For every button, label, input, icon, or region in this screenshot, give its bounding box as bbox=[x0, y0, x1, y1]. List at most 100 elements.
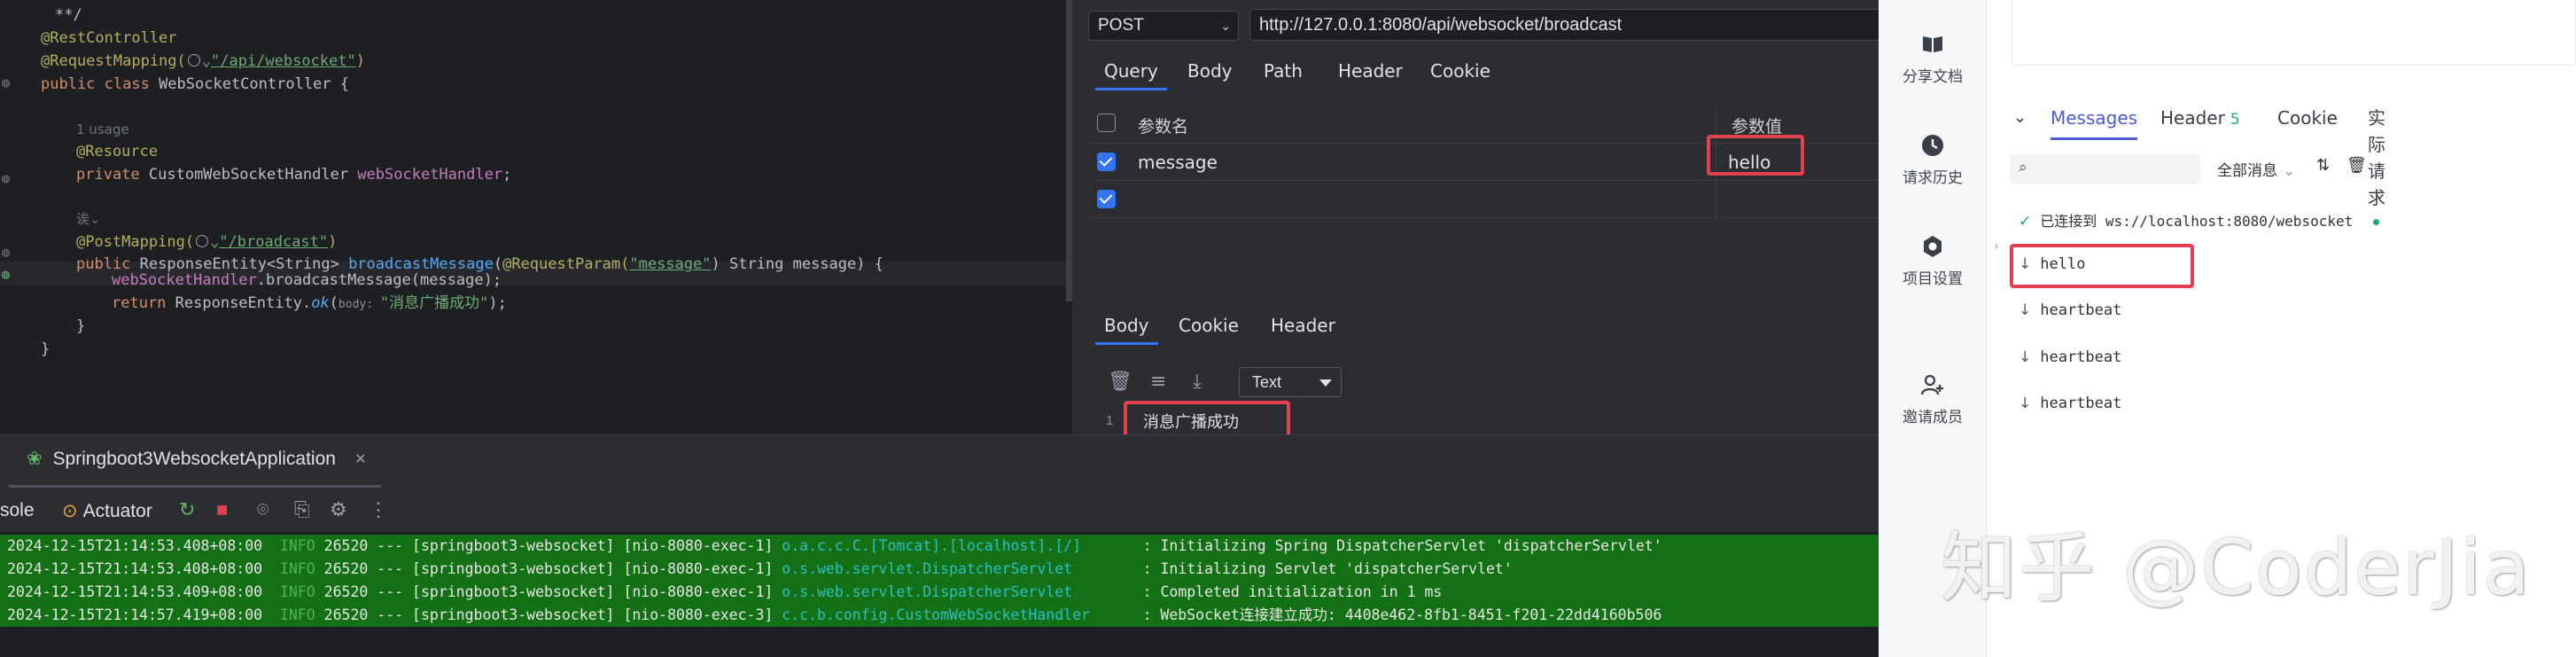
author-hint[interactable]: 诶⌄ bbox=[76, 211, 101, 227]
globe-icon[interactable] bbox=[196, 235, 209, 247]
message-item[interactable]: ↓ heartbeat bbox=[2019, 301, 2121, 319]
code-line: webSocketHandler.broadcastMessage(messag… bbox=[112, 271, 502, 289]
message-compose-area[interactable] bbox=[2012, 0, 2576, 66]
url-input[interactable]: http://127.0.0.1:8080/api/websocket/broa… bbox=[1249, 9, 1887, 41]
tab-body[interactable]: Body bbox=[1187, 51, 1233, 90]
console-output[interactable]: 2024-12-15T21:14:53.408+08:00 INFO 26520… bbox=[0, 535, 1879, 657]
tab-cookie[interactable]: Cookie bbox=[1430, 51, 1490, 90]
param-row-empty bbox=[1088, 181, 1886, 218]
chevron-down-icon: ⌄ bbox=[1220, 19, 1231, 33]
response-format-value: Text bbox=[1252, 373, 1282, 391]
sidebar-item-invite[interactable]: 邀请成员 bbox=[1879, 372, 1987, 426]
spring-icon: ❀ bbox=[27, 449, 43, 469]
log-line: 2024-12-15T21:14:53.408+08:00 INFO 26520… bbox=[0, 535, 1879, 558]
tab-response-cookie[interactable]: Cookie bbox=[1179, 306, 1239, 345]
tab-header[interactable]: Header bbox=[1338, 51, 1403, 90]
camera-icon[interactable]: ⌾ bbox=[257, 498, 268, 521]
run-toolbar: sole ⊙ Actuator ↻ ■ ⌾ ⎘ ⚙ ⋮ bbox=[0, 489, 1879, 532]
clear-icon[interactable]: 🗑 bbox=[1108, 371, 1132, 393]
connection-status-text: 已连接到 ws://localhost:8080/websocket bbox=[2040, 213, 2354, 230]
bean-gutter-icon[interactable]: ◍ bbox=[2, 74, 10, 90]
tab-ws-header[interactable]: Header 5 bbox=[2160, 105, 2240, 144]
add-user-icon bbox=[1920, 372, 1945, 397]
select-all-checkbox[interactable] bbox=[1097, 113, 1116, 132]
screen: ◍ ◍ ◍ ◍ **/ @RestController @RequestMapp… bbox=[0, 0, 2576, 657]
editor-gutter: ◍ ◍ ◍ ◍ bbox=[0, 0, 25, 434]
tab-messages[interactable]: Messages bbox=[2051, 105, 2138, 144]
parameter-hint: body: bbox=[338, 298, 380, 311]
code-line: } bbox=[41, 340, 51, 358]
active-tab-underline bbox=[9, 485, 381, 488]
tab-console[interactable]: sole bbox=[0, 500, 35, 521]
code-line: public class WebSocketController { bbox=[41, 75, 349, 93]
log-line: 2024-12-15T21:14:53.408+08:00 INFO 26520… bbox=[0, 558, 1879, 581]
stop-icon[interactable]: ■ bbox=[216, 498, 228, 521]
message-text: heartbeat bbox=[2040, 301, 2122, 319]
actuator-icon: ⊙ bbox=[62, 501, 78, 521]
tab-actual-request[interactable]: 实际请求 bbox=[2368, 105, 2385, 225]
status-dot bbox=[2373, 219, 2379, 225]
response-format-select[interactable]: Text bbox=[1239, 367, 1342, 397]
message-text: heartbeat bbox=[2040, 395, 2122, 412]
arrow-down-icon: ↓ bbox=[2019, 348, 2032, 366]
param-name-header: 参数名 bbox=[1138, 117, 1189, 137]
code-line: @Resource bbox=[76, 143, 159, 160]
tab-actuator[interactable]: ⊙ Actuator bbox=[62, 500, 152, 522]
sort-icon[interactable]: ⇅ bbox=[2316, 156, 2330, 175]
wrap-icon[interactable]: ≡ bbox=[1150, 371, 1166, 393]
sidebar-item-settings[interactable]: 项目设置 bbox=[1879, 234, 1987, 288]
run-config-tab[interactable]: ❀ Springboot3WebsocketApplication × bbox=[27, 448, 366, 470]
run-tool-window-header: ❀ Springboot3WebsocketApplication × bbox=[0, 434, 1879, 489]
endpoint-gutter-icon[interactable]: ◍ bbox=[2, 266, 10, 282]
sidebar-item-share-docs[interactable]: 分享文档 bbox=[1879, 32, 1987, 86]
message-search-input[interactable]: ⌕ bbox=[2010, 154, 2200, 184]
tab-path[interactable]: Path bbox=[1264, 51, 1303, 90]
delete-icon[interactable]: 🗑 bbox=[2346, 156, 2367, 175]
editor-scrollbar[interactable] bbox=[1066, 0, 1072, 301]
message-item[interactable]: ↓ heartbeat bbox=[2019, 348, 2121, 366]
connection-status: ✓ 已连接到 ws://localhost:8080/websocket bbox=[2019, 209, 2353, 231]
param-enabled-checkbox[interactable] bbox=[1097, 153, 1116, 171]
message-filter-select[interactable]: 全部消息 ⌄ bbox=[2217, 158, 2295, 180]
run-config-label: Springboot3WebsocketApplication bbox=[52, 449, 336, 469]
dump-icon[interactable]: ⎘ bbox=[294, 498, 310, 521]
tab-ws-cookie[interactable]: Cookie bbox=[2277, 105, 2338, 144]
tab-response-body[interactable]: Body bbox=[1095, 306, 1157, 345]
usage-hint[interactable]: 1 usage bbox=[76, 121, 129, 137]
code-line: @PostMapping(⌄"/broadcast") bbox=[76, 233, 338, 251]
expand-icon[interactable]: › bbox=[1994, 239, 1999, 254]
search-icon: ⌕ bbox=[2019, 159, 2027, 176]
param-name-field[interactable]: message bbox=[1138, 152, 1218, 173]
settings-icon bbox=[1920, 234, 1945, 259]
rerun-icon[interactable]: ↻ bbox=[179, 498, 195, 521]
gutter-marker: ◍ bbox=[2, 170, 11, 186]
sidebar-item-label: 分享文档 bbox=[1903, 68, 1963, 86]
tab-response-header[interactable]: Header bbox=[1271, 306, 1335, 345]
settings-icon[interactable]: ⚙ bbox=[330, 498, 347, 521]
param-enabled-checkbox[interactable] bbox=[1097, 190, 1116, 208]
globe-icon[interactable] bbox=[187, 54, 200, 66]
download-icon[interactable]: ⤓ bbox=[1193, 371, 1202, 393]
sidebar-item-history[interactable]: 请求历史 bbox=[1879, 133, 1987, 187]
header-count-badge: 5 bbox=[2230, 111, 2240, 129]
more-icon[interactable]: ⋮ bbox=[369, 498, 388, 521]
sidebar-item-label: 项目设置 bbox=[1903, 270, 1963, 288]
gutter-marker: ◍ bbox=[2, 244, 11, 260]
tab-query[interactable]: Query bbox=[1095, 51, 1167, 90]
http-method-value: POST bbox=[1098, 16, 1144, 35]
book-icon bbox=[1920, 32, 1945, 57]
code-line: } bbox=[76, 317, 86, 335]
message-item[interactable]: ↓ heartbeat bbox=[2019, 395, 2121, 412]
log-line: 2024-12-15T21:14:53.409+08:00 INFO 26520… bbox=[0, 581, 1879, 604]
http-method-select[interactable]: POST ⌄ bbox=[1088, 11, 1239, 41]
dropdown-arrow-icon bbox=[1319, 379, 1332, 387]
message-filter-label: 全部消息 bbox=[2217, 162, 2277, 180]
tab-ws-header-label: Header bbox=[2160, 107, 2225, 129]
collapse-icon[interactable]: ⌄ bbox=[2013, 105, 2027, 144]
code-line: @RestController bbox=[41, 29, 177, 47]
close-icon[interactable]: × bbox=[355, 449, 366, 469]
tab-actual-request-label: 实际请求 bbox=[2368, 107, 2385, 208]
watermark-text: 知乎 @CoderJia bbox=[1941, 524, 2532, 613]
code-editor[interactable]: ◍ ◍ ◍ ◍ **/ @RestController @RequestMapp… bbox=[0, 0, 1072, 434]
code-line: 1 usage bbox=[76, 118, 129, 141]
